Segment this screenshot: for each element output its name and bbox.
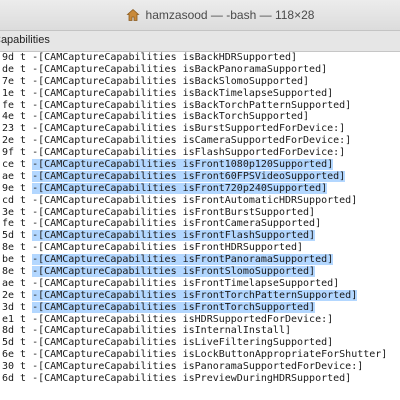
symbol-text: -[CAMCaptureCapabilities isBackSlomoSupp…	[32, 75, 310, 87]
window-title: hamzasood — -bash — 118×28	[145, 8, 315, 22]
line-prefix: cd t	[2, 194, 33, 206]
terminal-line: cd t -[CAMCaptureCapabilities isFrontAut…	[0, 195, 400, 207]
terminal-line: 3e t -[CAMCaptureCapabilities isFrontBur…	[0, 207, 400, 219]
symbol-text: -[CAMCaptureCapabilities isCameraSupport…	[32, 135, 352, 147]
symbol-text: -[CAMCaptureCapabilities isFrontBurstSup…	[32, 206, 316, 218]
terminal-line: fe t -[CAMCaptureCapabilities isBackTorc…	[0, 100, 400, 112]
terminal-line: 6d t -[CAMCaptureCapabilities isPreviewD…	[0, 373, 400, 385]
line-prefix: 8e t	[2, 242, 33, 254]
terminal-line: 8e t -[CAMCaptureCapabilities isFrontHDR…	[0, 242, 400, 254]
symbol-text: -[CAMCaptureCapabilities isFlashSupporte…	[32, 147, 346, 159]
line-prefix: 30 t	[2, 361, 33, 373]
selected-symbol-text: -[CAMCaptureCapabilities isFront720p240S…	[32, 182, 328, 194]
terminal-line: 9f t -[CAMCaptureCapabilities isFlashSup…	[0, 147, 400, 159]
selected-symbol-text: -[CAMCaptureCapabilities isFrontSlomoSup…	[32, 266, 316, 278]
terminal-line: 2e t -[CAMCaptureCapabilities isCameraSu…	[0, 135, 400, 147]
symbol-text: -[CAMCaptureCapabilities isBackPanoramaS…	[32, 63, 328, 75]
symbol-text: -[CAMCaptureCapabilities isHDRSupportedF…	[32, 313, 334, 325]
symbol-text: -[CAMCaptureCapabilities isPreviewDuring…	[32, 373, 352, 385]
terminal-window: hamzasood — -bash — 118×28 Capabilities …	[0, 0, 400, 400]
selected-symbol-text: -[CAMCaptureCapabilities isFrontFlashSup…	[32, 230, 316, 242]
line-prefix: 5d t	[2, 230, 33, 242]
terminal-line: 8d t -[CAMCaptureCapabilities isInternal…	[0, 325, 400, 337]
terminal-line: ce t -[CAMCaptureCapabilities isFront108…	[0, 159, 400, 171]
symbol-text: -[CAMCaptureCapabilities isFrontCameraSu…	[32, 218, 322, 230]
terminal-line: be t -[CAMCaptureCapabilities isFrontPan…	[0, 254, 400, 266]
terminal-line: 3d t -[CAMCaptureCapabilities isFrontTor…	[0, 301, 400, 314]
line-prefix: 9d t	[2, 52, 33, 63]
symbol-text: -[CAMCaptureCapabilities isInternalInsta…	[32, 325, 291, 337]
terminal-line: ae t -[CAMCaptureCapabilities isFront60F…	[0, 170, 400, 183]
terminal-line: 7e t -[CAMCaptureCapabilities isBackSlom…	[0, 76, 400, 88]
terminal-line: 6e t -[CAMCaptureCapabilities isLockButt…	[0, 349, 400, 361]
line-prefix: 9e t	[2, 182, 33, 194]
symbol-text: -[CAMCaptureCapabilities isLockButtonApp…	[32, 349, 388, 361]
terminal-line: ae t -[CAMCaptureCapabilities isFrontTim…	[0, 278, 400, 290]
line-prefix: ae t	[2, 170, 33, 182]
terminal-line: 5d t -[CAMCaptureCapabilities isFrontFla…	[0, 230, 400, 242]
line-prefix: ce t	[2, 159, 33, 171]
line-prefix: 8d t	[2, 325, 33, 337]
symbol-text: -[CAMCaptureCapabilities isBackTorchSupp…	[32, 111, 310, 123]
terminal-line: 30 t -[CAMCaptureCapabilities isPanorama…	[0, 361, 400, 373]
selected-symbol-text: -[CAMCaptureCapabilities isFrontTorchPat…	[32, 289, 358, 301]
line-prefix: fe t	[2, 218, 33, 230]
line-prefix: 23 t	[2, 123, 33, 135]
terminal-line: 23 t -[CAMCaptureCapabilities isBurstSup…	[0, 123, 400, 135]
title-group: hamzasood — -bash — 118×28	[0, 0, 400, 30]
tab-bar: Capabilities	[0, 31, 400, 52]
line-prefix: 3d t	[2, 301, 33, 313]
symbol-text: -[CAMCaptureCapabilities isPanoramaSuppo…	[32, 361, 364, 373]
line-prefix: 6d t	[2, 373, 33, 385]
symbol-text: -[CAMCaptureCapabilities isBurstSupporte…	[32, 123, 346, 135]
terminal-line: 9e t -[CAMCaptureCapabilities isFront720…	[0, 182, 400, 195]
line-prefix: 8e t	[2, 266, 33, 278]
terminal-line: 8e t -[CAMCaptureCapabilities isFrontSlo…	[0, 266, 400, 278]
symbol-text: -[CAMCaptureCapabilities isFrontAutomati…	[32, 194, 358, 206]
line-prefix: 2e t	[2, 289, 33, 301]
terminal-output[interactable]: 9d t -[CAMCaptureCapabilities isBackHDRS…	[0, 52, 400, 400]
line-prefix: 1e t	[2, 87, 33, 99]
terminal-line: 5d t -[CAMCaptureCapabilities isLiveFilt…	[0, 337, 400, 349]
terminal-line: fe t -[CAMCaptureCapabilities isFrontCam…	[0, 218, 400, 230]
selected-symbol-text: -[CAMCaptureCapabilities isFront1080p120…	[32, 159, 334, 171]
line-prefix: 9f t	[2, 147, 33, 159]
symbol-text: -[CAMCaptureCapabilities isBackTorchPatt…	[32, 99, 352, 111]
terminal-line: 4e t -[CAMCaptureCapabilities isBackTorc…	[0, 111, 400, 123]
selected-symbol-text: -[CAMCaptureCapabilities isFrontPanorama…	[32, 254, 334, 266]
line-prefix: 7e t	[2, 75, 33, 87]
tab-capabilities[interactable]: Capabilities	[0, 34, 50, 46]
home-icon	[126, 8, 140, 21]
line-prefix: e1 t	[2, 313, 33, 325]
selected-symbol-text: -[CAMCaptureCapabilities isFront60FPSVid…	[32, 170, 346, 182]
line-prefix: 2e t	[2, 135, 33, 147]
line-prefix: 6e t	[2, 349, 33, 361]
terminal-line: e1 t -[CAMCaptureCapabilities isHDRSuppo…	[0, 314, 400, 326]
selected-symbol-text: -[CAMCaptureCapabilities isFrontTorchSup…	[32, 301, 316, 313]
line-prefix: 4e t	[2, 111, 33, 123]
terminal-line: 9d t -[CAMCaptureCapabilities isBackHDRS…	[0, 52, 400, 64]
line-prefix: be t	[2, 254, 33, 266]
symbol-text: -[CAMCaptureCapabilities isFrontTimelaps…	[32, 277, 340, 289]
line-prefix: fe t	[2, 99, 33, 111]
terminal-line: 1e t -[CAMCaptureCapabilities isBackTime…	[0, 88, 400, 100]
terminal-line: de t -[CAMCaptureCapabilities isBackPano…	[0, 64, 400, 76]
title-bar[interactable]: hamzasood — -bash — 118×28	[0, 0, 400, 31]
symbol-text: -[CAMCaptureCapabilities isLiveFiltering…	[32, 337, 334, 349]
line-prefix: ae t	[2, 277, 33, 289]
symbol-text: -[CAMCaptureCapabilities isFrontHDRSuppo…	[32, 242, 304, 254]
line-prefix: 3e t	[2, 206, 33, 218]
line-prefix: de t	[2, 63, 33, 75]
line-prefix: 5d t	[2, 337, 33, 349]
symbol-text: -[CAMCaptureCapabilities isBackTimelapse…	[32, 87, 334, 99]
terminal-line: 2e t -[CAMCaptureCapabilities isFrontTor…	[0, 289, 400, 302]
symbol-text: -[CAMCaptureCapabilities isBackHDRSuppor…	[32, 52, 298, 63]
